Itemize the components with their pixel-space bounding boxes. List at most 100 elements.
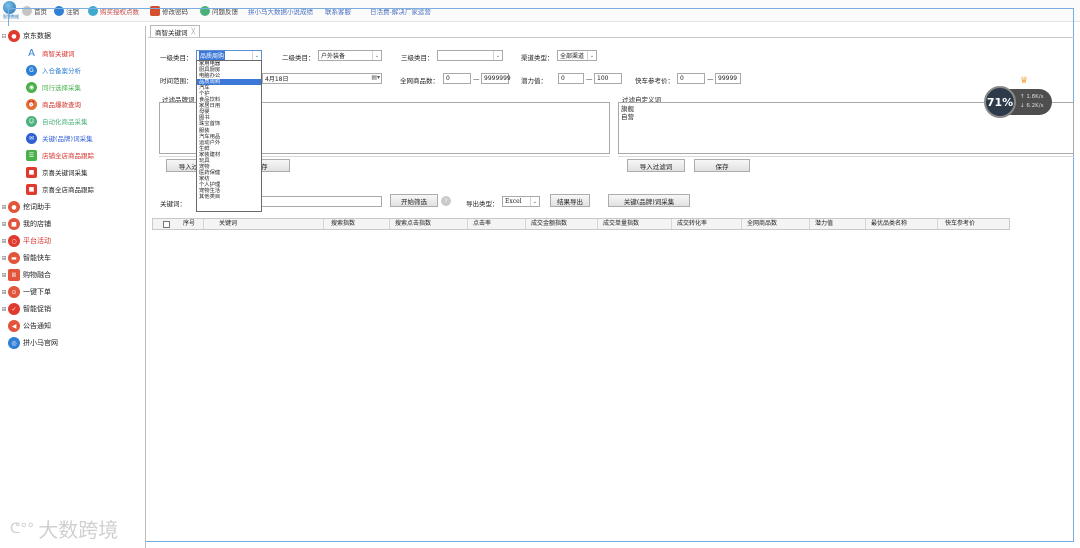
col-gmv-index[interactable]: 成交金额指数 bbox=[531, 219, 567, 229]
results-table-header: 序号 关键词 搜索指数 搜索点击指数 点击率 成交金额指数 成交单量指数 成交转… bbox=[152, 218, 1010, 230]
expand-icon[interactable]: ⊞ bbox=[0, 221, 8, 228]
watermark: ᕦ°° 大数跨境 bbox=[10, 518, 119, 542]
calendar-icon[interactable]: ▤▾ bbox=[371, 74, 380, 81]
sidebar-group-my-shop[interactable]: ⊞ ■ 我的店铺 bbox=[0, 216, 51, 232]
sidebar-item-brand-collect[interactable]: ✉ 关键(品牌)词采集 bbox=[26, 130, 93, 146]
custom-import-button[interactable]: 导入过滤词 bbox=[627, 159, 685, 172]
price-max-input[interactable]: 99999 bbox=[715, 73, 741, 84]
sidebar-group-activity[interactable]: ⊞ ○ 平台活动 bbox=[0, 233, 51, 249]
tag-icon: ✓ bbox=[8, 303, 20, 315]
net-goods-max-input[interactable]: 9999999 bbox=[481, 73, 511, 84]
price-min-input[interactable]: 0 bbox=[677, 73, 705, 84]
range-separator: — bbox=[707, 75, 714, 83]
select-all-checkbox[interactable] bbox=[163, 221, 170, 228]
home-button[interactable]: 首页 bbox=[22, 4, 47, 18]
date-picker[interactable]: 4月18日 ▤▾ bbox=[262, 73, 382, 84]
export-type-label: 导出类型： bbox=[466, 200, 499, 208]
tab-divider bbox=[148, 37, 1074, 38]
tab-keywords[interactable]: 商智关键词 ╳ bbox=[150, 25, 201, 37]
level3-select[interactable]: ⌄ bbox=[437, 50, 503, 61]
expand-icon[interactable]: ⊞ bbox=[0, 272, 8, 279]
globe-icon bbox=[3, 1, 16, 14]
sidebar-group-notice[interactable]: ◀ 公告通知 bbox=[0, 318, 51, 334]
col-net-goods[interactable]: 全网商品数 bbox=[747, 219, 777, 229]
sidebar-item-jx-keywords[interactable]: ■ 京喜关键词采集 bbox=[26, 164, 88, 180]
toolbar-link-2[interactable]: 联系客服 bbox=[325, 4, 351, 18]
expand-icon[interactable]: ⊞ bbox=[0, 306, 8, 313]
chevron-down-icon: ⌄ bbox=[493, 51, 502, 60]
custom-save-button[interactable]: 保存 bbox=[694, 159, 750, 172]
mail-icon: ✉ bbox=[26, 132, 37, 144]
close-icon[interactable]: ╳ bbox=[192, 28, 196, 35]
expand-icon[interactable]: ⊞ bbox=[0, 238, 8, 245]
sidebar-group-one-click[interactable]: ⊞ ⊙ 一键下单 bbox=[0, 284, 51, 300]
activity-icon: ○ bbox=[8, 235, 20, 247]
col-best-category[interactable]: 最优品类名称 bbox=[871, 219, 907, 229]
export-results-button[interactable]: 结果导出 bbox=[550, 194, 590, 207]
col-car-price[interactable]: 快车参考价 bbox=[945, 219, 975, 229]
store-icon: ■ bbox=[8, 218, 20, 230]
bars-icon: Ⅲ bbox=[8, 269, 20, 281]
export-type-select[interactable]: Excel ⌄ bbox=[502, 196, 540, 207]
potential-min-input[interactable]: 0 bbox=[558, 73, 584, 84]
eye-icon: ◉ bbox=[26, 81, 37, 93]
sidebar-item-shop-track[interactable]: ☰ 店铺全店商品跟踪 bbox=[26, 147, 94, 163]
logout-button[interactable]: 注销 bbox=[54, 4, 79, 18]
col-click-index[interactable]: 搜索点击指数 bbox=[395, 219, 431, 229]
channel-select[interactable]: 全部渠道 ⌄ bbox=[557, 50, 597, 61]
smile-icon: ☺ bbox=[26, 115, 37, 127]
level1-dropdown-list[interactable]: 家用电器 厨具厨房 电脑办公 品质周购 汽车 个护 食品饮料 家居日用 母婴 图书 珠宝首饰 服装 汽车… bbox=[196, 60, 262, 212]
network-speed-widget[interactable]: ♛ 71% ↑ 1.8K/s ↓ 6.2K/s bbox=[984, 76, 1052, 118]
sidebar-item-jx-track[interactable]: ■ 京喜全店商品跟踪 bbox=[26, 181, 94, 197]
sidebar-group-smart-car[interactable]: ⊞ ▬ 智能快车 bbox=[0, 250, 51, 266]
chart-circle-icon: G bbox=[26, 64, 37, 76]
jd-data-icon: ● bbox=[8, 30, 20, 42]
toolbar-link-1[interactable]: 拼小马大数据小说成绩 bbox=[248, 4, 313, 18]
col-search-index[interactable]: 搜索指数 bbox=[331, 219, 355, 229]
window-frame bbox=[8, 8, 1074, 542]
potential-max-input[interactable]: 100 bbox=[594, 73, 622, 84]
sidebar-group-website[interactable]: ◎ 拼小马官网 bbox=[0, 335, 58, 351]
sidebar-group-promotion[interactable]: ⊞ ✓ 智能促销 bbox=[0, 301, 51, 317]
sidebar-item-keywords[interactable]: A 商智关键词 bbox=[26, 45, 74, 61]
sidebar-item-warehouse[interactable]: G 入仓备案分析 bbox=[26, 62, 81, 78]
help-icon[interactable]: ? bbox=[441, 196, 451, 206]
feedback-button[interactable]: 问题反馈 bbox=[200, 4, 238, 18]
top-toolbar: 智慧数据 首页 注销 购买授权点数 修改密码 问题反馈 拼小马大数据小说成绩 联… bbox=[0, 0, 1080, 22]
alarm-clock-icon: ⏰ bbox=[26, 98, 37, 110]
sidebar: ⊟ ● 京东数据 A 商智关键词 G 入仓备案分析 ◉ 同行选择采集 ⏰ 商品爆… bbox=[0, 26, 146, 548]
col-keyword[interactable]: 关键词 bbox=[219, 219, 237, 229]
divider bbox=[618, 156, 1074, 157]
app-logo: 智慧数据 bbox=[1, 1, 19, 20]
toolbar-link-3[interactable]: 日活费-解决厂家运营 bbox=[370, 4, 431, 18]
col-potential[interactable]: 潜力值 bbox=[815, 219, 833, 229]
level1-label: 一级类目： bbox=[160, 54, 193, 62]
change-password-button[interactable]: 修改密码 bbox=[150, 4, 188, 18]
chevron-down-icon: ⌄ bbox=[587, 51, 596, 60]
sidebar-group-word-helper[interactable]: ⊞ ● 挖词助手 bbox=[0, 199, 51, 215]
net-goods-min-input[interactable]: 0 bbox=[443, 73, 471, 84]
brand-collect-button[interactable]: 关键(品牌)词采集 bbox=[608, 194, 690, 207]
shop-icon: ■ bbox=[26, 166, 37, 178]
col-orders-index[interactable]: 成交单量指数 bbox=[603, 219, 639, 229]
sidebar-item-hot-query[interactable]: ⏰ 商品爆款查询 bbox=[26, 96, 81, 112]
expand-icon[interactable]: ⊞ bbox=[0, 255, 8, 262]
start-filter-button[interactable]: 开始筛选 bbox=[390, 194, 438, 207]
dropdown-option[interactable]: 其他类目 bbox=[197, 194, 261, 200]
list-icon: ☰ bbox=[26, 149, 37, 161]
buy-points-button[interactable]: 购买授权点数 bbox=[88, 4, 139, 18]
collapse-icon[interactable]: ⊟ bbox=[0, 33, 8, 40]
col-index[interactable]: 序号 bbox=[183, 219, 195, 229]
cart-icon bbox=[88, 6, 98, 16]
expand-icon[interactable]: ⊞ bbox=[0, 289, 8, 296]
sidebar-group-jd-data[interactable]: ⊟ ● 京东数据 bbox=[0, 28, 51, 44]
sidebar-item-peer-collect[interactable]: ◉ 同行选择采集 bbox=[26, 79, 81, 95]
col-ctr[interactable]: 点击率 bbox=[473, 219, 491, 229]
sidebar-group-shopping[interactable]: ⊞ Ⅲ 购物融合 bbox=[0, 267, 51, 283]
usage-percent: 71% bbox=[984, 86, 1016, 118]
level2-select[interactable]: 户外装备 ⌄ bbox=[318, 50, 382, 61]
expand-icon[interactable]: ⊞ bbox=[0, 204, 8, 211]
sidebar-item-auto-collect[interactable]: ☺ 自动化商品采集 bbox=[26, 113, 88, 129]
net-goods-label: 全网商品数： bbox=[400, 77, 439, 85]
col-cvr[interactable]: 成交转化率 bbox=[677, 219, 707, 229]
